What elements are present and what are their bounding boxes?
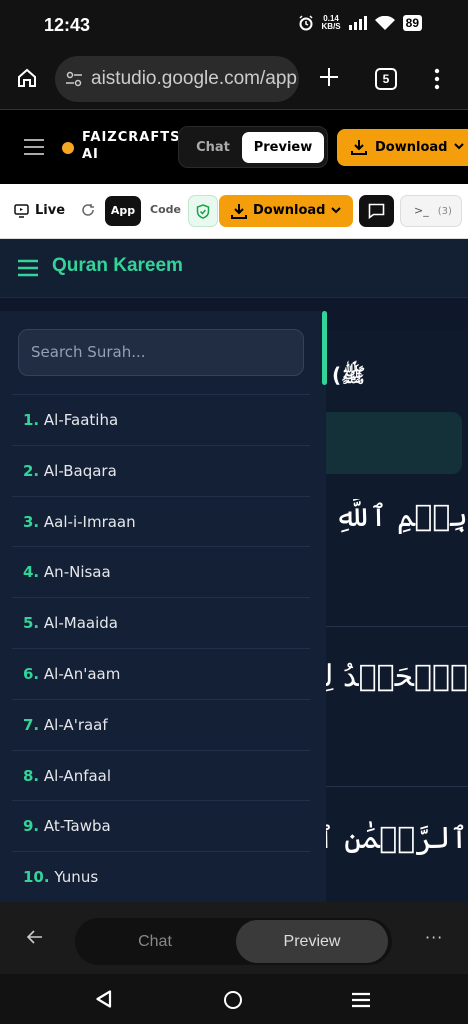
alarm-icon <box>298 15 313 31</box>
status-bar: 12:43 0.14 KB/S 89 <box>0 0 468 50</box>
surah-item[interactable]: 10. Yunus <box>12 851 310 902</box>
surah-item[interactable]: 2. Al-Baqara <box>12 444 310 496</box>
terminal-count: (3) <box>437 206 452 217</box>
toolbar-download-button[interactable]: Download <box>219 195 353 227</box>
verse-3: ٱلرَّحۡمَٰنِ ٱلرَّحِيمِ <box>326 821 468 856</box>
preview-mode-button[interactable]: Preview <box>242 132 324 163</box>
preview-toolbar: Live App Code Download >_ (3) <box>0 184 468 239</box>
signal-icon <box>348 16 367 30</box>
surah-item[interactable]: 7. Al-A'raaf <box>12 698 310 750</box>
quran-header: Quran Kareem <box>0 239 468 298</box>
download-icon <box>231 204 247 219</box>
surah-item[interactable]: 8. Al-Anfaal <box>12 749 310 801</box>
sidebar-scrollbar[interactable] <box>322 311 327 385</box>
chevron-down-icon <box>331 207 341 214</box>
net-speed: 0.14 KB/S <box>321 14 341 31</box>
live-button[interactable]: Live <box>14 201 65 221</box>
brand-dot-icon <box>62 142 74 154</box>
bottom-nav: Chat Preview ··· <box>0 902 468 974</box>
bismillah-card <box>326 412 462 474</box>
security-check-button[interactable] <box>188 195 218 227</box>
verse-1: بِسۡمِ ٱللَّهِ ٱلرَّحۡ <box>326 499 468 534</box>
wifi-icon <box>374 15 395 30</box>
status-icons: 0.14 KB/S 89 <box>298 15 422 31</box>
surah-item[interactable]: 9. At-Tawba <box>12 800 310 851</box>
chevron-down-icon <box>454 143 464 150</box>
surah-heading: (ﷺ <box>332 363 366 387</box>
terminal-icon: >_ <box>414 204 429 217</box>
quran-menu-icon[interactable] <box>18 259 38 277</box>
shield-icon <box>196 204 210 219</box>
chat-mode-button[interactable]: Chat <box>187 133 239 163</box>
page-title: Quran Kareem <box>52 255 183 276</box>
new-tab-icon[interactable] <box>318 66 340 88</box>
terminal-button[interactable]: >_ (3) <box>400 195 462 227</box>
tab-switcher-button[interactable]: 5 <box>375 68 397 90</box>
system-back-icon[interactable] <box>96 990 112 1008</box>
back-arrow-icon[interactable] <box>27 930 43 944</box>
download-button[interactable]: Download <box>337 129 468 166</box>
site-settings-icon[interactable] <box>65 70 83 88</box>
view-switcher: Chat Preview <box>75 918 392 965</box>
address-bar[interactable]: aistudio.google.com/app <box>55 56 299 102</box>
search-surah-input[interactable]: Search Surah... <box>18 329 304 376</box>
surah-list: 1. Al-Faatiha 2. Al-Baqara 3. Aal-i-Imra… <box>12 394 310 902</box>
system-recents-icon[interactable] <box>352 992 370 1008</box>
chat-toggle-button[interactable] <box>359 195 394 227</box>
menu-icon[interactable] <box>24 138 44 156</box>
divider <box>326 786 468 787</box>
divider <box>326 626 468 627</box>
status-time: 12:43 <box>44 15 91 35</box>
browser-toolbar: aistudio.google.com/app 5 <box>0 50 468 110</box>
tab-app[interactable]: App <box>105 196 141 226</box>
battery-indicator: 89 <box>402 15 422 31</box>
mode-toggle: Chat Preview <box>178 126 328 168</box>
tab-code[interactable]: Code <box>150 203 181 216</box>
chat-bubble-icon <box>368 203 385 219</box>
browser-menu-icon[interactable] <box>434 68 440 90</box>
more-options-icon[interactable]: ··· <box>425 928 443 947</box>
url-text: aistudio.google.com/app <box>91 68 297 89</box>
surah-item[interactable]: 5. Al-Maaida <box>12 597 310 648</box>
surah-item[interactable]: 6. Al-An'aam <box>12 647 310 699</box>
chat-view-button[interactable]: Chat <box>75 918 235 965</box>
surah-item[interactable]: 4. An-Nisaa <box>12 546 310 597</box>
preview-viewport: Quran Kareem (ﷺ بِسۡمِ ٱللَّهِ ٱلرَّحۡ ٱ… <box>0 239 468 902</box>
system-navigation <box>0 974 468 1024</box>
preview-view-button[interactable]: Preview <box>236 920 388 963</box>
monitor-icon <box>14 204 29 218</box>
surah-item[interactable]: 3. Aal-i-Imraan <box>12 495 310 547</box>
surah-item[interactable]: 1. Al-Faatiha <box>12 394 310 445</box>
app-header: FAIZCRAFTS AI Chat Preview Download <box>0 111 468 184</box>
refresh-icon[interactable] <box>81 203 95 217</box>
verse-2: ٱلۡحَمۡدُ لِلَّهِ رَبِّ <box>326 659 468 694</box>
home-icon[interactable] <box>16 67 38 89</box>
brand-name: FAIZCRAFTS AI <box>82 130 181 162</box>
surah-content: (ﷺ بِسۡمِ ٱللَّهِ ٱلرَّحۡ ٱلۡحَمۡدُ لِلَ… <box>326 329 468 902</box>
system-home-icon[interactable] <box>224 991 242 1009</box>
surah-sidebar: Search Surah... 1. Al-Faatiha 2. Al-Baqa… <box>0 311 327 902</box>
download-icon <box>351 140 367 155</box>
